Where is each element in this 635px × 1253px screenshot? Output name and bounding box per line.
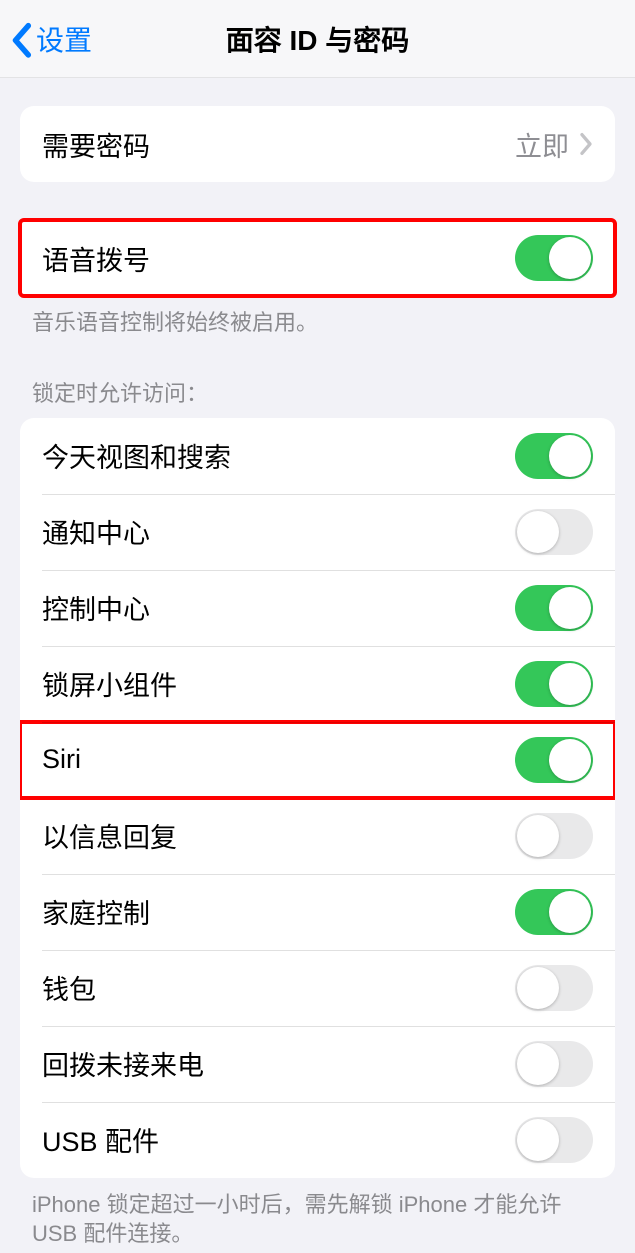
page-title: 面容 ID 与密码 bbox=[0, 19, 635, 59]
row-require-passcode[interactable]: 需要密码 立即 bbox=[20, 106, 615, 182]
lock-access-label: 控制中心 bbox=[42, 588, 515, 627]
nav-bar: 设置 面容 ID 与密码 bbox=[0, 0, 635, 78]
lock-access-toggle[interactable] bbox=[515, 509, 593, 555]
back-label: 设置 bbox=[36, 19, 92, 59]
row-lock-access: USB 配件 bbox=[20, 1102, 615, 1178]
lock-access-label: 锁屏小组件 bbox=[42, 664, 515, 703]
lock-access-toggle[interactable] bbox=[515, 813, 593, 859]
lock-access-toggle[interactable] bbox=[515, 965, 593, 1011]
row-voice-dial: 语音拨号 bbox=[20, 220, 615, 296]
require-passcode-label: 需要密码 bbox=[42, 125, 515, 164]
row-lock-access: 今天视图和搜索 bbox=[20, 418, 615, 494]
require-passcode-value: 立即 bbox=[515, 125, 569, 164]
lock-access-label: 钱包 bbox=[42, 968, 515, 1007]
row-lock-access: 回拨未接来电 bbox=[20, 1026, 615, 1102]
voice-dial-toggle[interactable] bbox=[515, 235, 593, 281]
voice-dial-label: 语音拨号 bbox=[42, 239, 515, 278]
lock-access-toggle[interactable] bbox=[515, 1117, 593, 1163]
lock-access-toggle[interactable] bbox=[515, 661, 593, 707]
row-lock-access: 钱包 bbox=[20, 950, 615, 1026]
row-lock-access: 控制中心 bbox=[20, 570, 615, 646]
lock-access-label: 今天视图和搜索 bbox=[42, 436, 515, 475]
lock-access-label: 回拨未接来电 bbox=[42, 1044, 515, 1083]
lock-access-toggle[interactable] bbox=[515, 889, 593, 935]
chevron-right-icon bbox=[579, 132, 593, 156]
lock-access-label: Siri bbox=[42, 744, 515, 775]
allow-when-locked-header: 锁定时允许访问： bbox=[0, 376, 635, 418]
row-lock-access: Siri bbox=[20, 722, 615, 798]
group-require-passcode: 需要密码 立即 bbox=[20, 106, 615, 182]
row-lock-access: 家庭控制 bbox=[20, 874, 615, 950]
lock-access-label: 家庭控制 bbox=[42, 892, 515, 931]
back-button[interactable]: 设置 bbox=[0, 19, 92, 59]
row-lock-access: 锁屏小组件 bbox=[20, 646, 615, 722]
lock-access-toggle[interactable] bbox=[515, 1041, 593, 1087]
row-lock-access: 通知中心 bbox=[20, 494, 615, 570]
chevron-left-icon bbox=[10, 22, 32, 56]
group-allow-when-locked: 今天视图和搜索通知中心控制中心锁屏小组件 Siri 以信息回复家庭控制钱包回拨未接来… bbox=[20, 418, 615, 1178]
lock-access-label: 通知中心 bbox=[42, 512, 515, 551]
lock-access-label: 以信息回复 bbox=[42, 816, 515, 855]
row-lock-access: 以信息回复 bbox=[20, 798, 615, 874]
lock-access-toggle[interactable] bbox=[515, 585, 593, 631]
voice-dial-footer: 音乐语音控制将始终被启用。 bbox=[0, 296, 635, 338]
lock-access-label: USB 配件 bbox=[42, 1120, 515, 1159]
group-voice-dial: 语音拨号 bbox=[20, 220, 615, 296]
lock-access-toggle[interactable] bbox=[515, 737, 593, 783]
lock-access-toggle[interactable] bbox=[515, 433, 593, 479]
allow-when-locked-footer: iPhone 锁定超过一小时后，需先解锁 iPhone 才能允许USB 配件连接… bbox=[0, 1178, 635, 1249]
